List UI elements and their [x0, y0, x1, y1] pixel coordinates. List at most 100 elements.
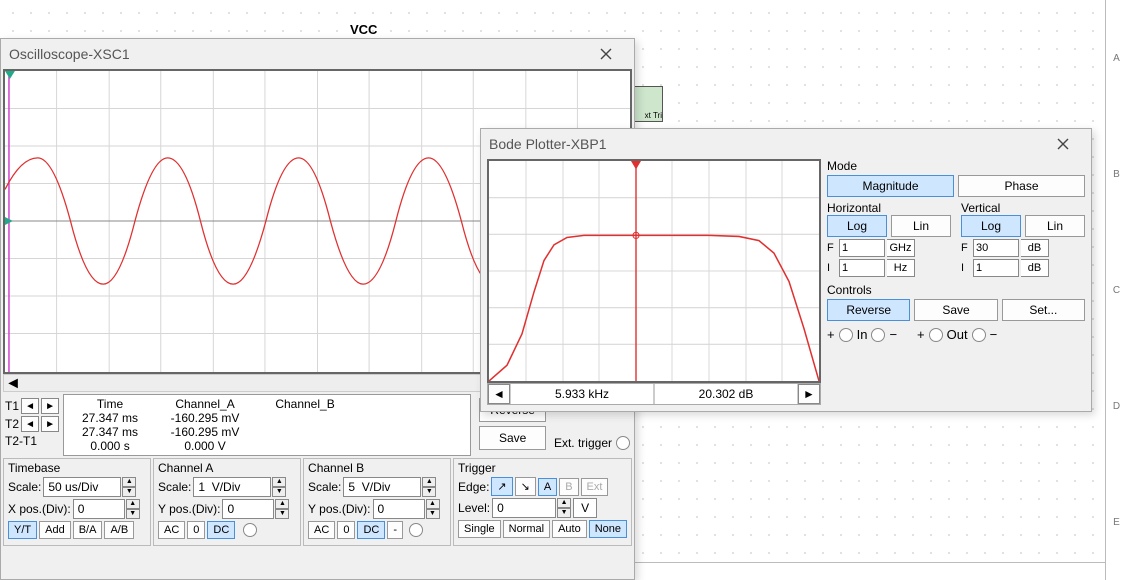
timebase-scale-input[interactable] — [43, 477, 121, 497]
ruler-right: ABCDE — [1105, 0, 1127, 580]
channel-b-panel: Channel B Scale: ▲▼ Y pos.(Div): ▲▼ AC 0… — [303, 458, 451, 546]
timebase-xpos-up[interactable]: ▲ — [126, 499, 140, 509]
h-f-unit[interactable]: GHz — [887, 239, 915, 257]
bode-plot[interactable] — [487, 159, 821, 383]
t2-cha: -160.295 mV — [150, 425, 260, 439]
mode-ab-button[interactable]: A/B — [104, 521, 134, 539]
v-i-unit[interactable]: dB — [1021, 259, 1049, 277]
mode-add-button[interactable]: Add — [39, 521, 71, 539]
cha-ypos-input[interactable] — [222, 499, 274, 519]
v-log-button[interactable]: Log — [961, 215, 1021, 237]
trig-auto-button[interactable]: Auto — [552, 520, 587, 538]
controls-title: Controls — [827, 283, 1085, 297]
edge-fall-button[interactable]: ↘ — [515, 477, 536, 496]
cha-scale-label: Scale: — [158, 480, 191, 494]
out-label: Out — [947, 327, 968, 342]
trig-single-button[interactable]: Single — [458, 520, 501, 538]
h-i-unit[interactable]: Hz — [887, 259, 915, 277]
mode-title: Mode — [827, 159, 1085, 173]
chb-ac-button[interactable]: AC — [308, 521, 335, 539]
cha-zero-button[interactable]: 0 — [187, 521, 205, 539]
vertical-title: Vertical — [961, 201, 1085, 215]
ext-trigger-radio[interactable] — [616, 436, 630, 450]
cha-scale-up[interactable]: ▲ — [272, 477, 286, 487]
timebase-xpos-input[interactable] — [73, 499, 125, 519]
chb-neg-button[interactable]: - — [387, 521, 403, 539]
cha-scale-input[interactable] — [193, 477, 271, 497]
timebase-scale-up[interactable]: ▲ — [122, 477, 136, 487]
oscilloscope-titlebar[interactable]: Oscilloscope-XSC1 — [1, 39, 634, 69]
out-minus-radio[interactable] — [972, 328, 986, 342]
v-f-input[interactable] — [973, 239, 1019, 257]
chb-ypos-down[interactable]: ▼ — [426, 509, 440, 519]
save-button[interactable]: Save — [479, 426, 546, 450]
cha-ypos-up[interactable]: ▲ — [275, 499, 289, 509]
chb-scale-up[interactable]: ▲ — [422, 477, 436, 487]
cha-scale-down[interactable]: ▼ — [272, 487, 286, 497]
bode-titlebar[interactable]: Bode Plotter-XBP1 — [481, 129, 1091, 159]
trig-normal-button[interactable]: Normal — [503, 520, 550, 538]
mode-ba-button[interactable]: B/A — [73, 521, 103, 539]
t2-right-button[interactable]: ► — [41, 416, 59, 432]
vcc-label: VCC — [350, 22, 377, 37]
level-unit — [573, 498, 597, 518]
cursor-right-icon[interactable]: ► — [798, 384, 820, 404]
chb-zero-button[interactable]: 0 — [337, 521, 355, 539]
timebase-panel: Timebase Scale: ▲▼ X pos.(Div): ▲▼ Y/T A… — [3, 458, 151, 546]
dt-chb — [260, 439, 350, 453]
t1-right-button[interactable]: ► — [41, 398, 59, 414]
v-f-unit[interactable]: dB — [1021, 239, 1049, 257]
bode-save-button[interactable]: Save — [914, 299, 997, 321]
cha-ypos-down[interactable]: ▼ — [275, 509, 289, 519]
close-icon[interactable] — [586, 41, 626, 67]
v-lin-button[interactable]: Lin — [1025, 215, 1085, 237]
horizontal-title: Horizontal — [827, 201, 951, 215]
t1-left-button[interactable]: ◄ — [21, 398, 39, 414]
t2-left-button[interactable]: ◄ — [21, 416, 39, 432]
level-down[interactable]: ▼ — [557, 508, 571, 518]
h-i-input[interactable] — [839, 259, 885, 277]
level-input[interactable] — [492, 498, 556, 518]
edge-a-button[interactable]: A — [538, 478, 557, 496]
in-minus-radio[interactable] — [871, 328, 885, 342]
h-log-button[interactable]: Log — [827, 215, 887, 237]
edge-b-button[interactable]: B — [559, 478, 578, 496]
cha-ac-button[interactable]: AC — [158, 521, 185, 539]
level-up[interactable]: ▲ — [557, 498, 571, 508]
chb-dc-button[interactable]: DC — [357, 521, 385, 539]
edge-rise-button[interactable]: ↗ — [491, 477, 512, 496]
magnitude-button[interactable]: Magnitude — [827, 175, 954, 197]
chb-ypos-input[interactable] — [373, 499, 425, 519]
chb-radio[interactable] — [409, 523, 423, 537]
close-icon[interactable] — [1043, 131, 1083, 157]
cha-radio[interactable] — [243, 523, 257, 537]
scroll-left-icon[interactable]: ◄ — [4, 375, 22, 391]
trigger-title: Trigger — [458, 461, 627, 475]
bode-set-button[interactable]: Set... — [1002, 299, 1085, 321]
chb-ypos-up[interactable]: ▲ — [426, 499, 440, 509]
t1-label: T1 — [5, 399, 19, 413]
chb-scale-down[interactable]: ▼ — [422, 487, 436, 497]
oscilloscope-title: Oscilloscope-XSC1 — [9, 46, 130, 62]
mode-yt-button[interactable]: Y/T — [8, 521, 37, 539]
timebase-xpos-down[interactable]: ▼ — [126, 509, 140, 519]
edge-ext-button[interactable]: Ext — [581, 478, 609, 496]
timebase-scale-label: Scale: — [8, 480, 41, 494]
timebase-scale-down[interactable]: ▼ — [122, 487, 136, 497]
cha-title: Channel A — [158, 461, 296, 475]
cha-dc-button[interactable]: DC — [207, 521, 235, 539]
phase-button[interactable]: Phase — [958, 175, 1085, 197]
v-i-input[interactable] — [973, 259, 1019, 277]
chb-scale-input[interactable] — [343, 477, 421, 497]
in-plus-radio[interactable] — [839, 328, 853, 342]
dt-time: 0.000 s — [70, 439, 150, 453]
h-f-input[interactable] — [839, 239, 885, 257]
trig-none-button[interactable]: None — [589, 520, 627, 538]
dt-label: T2-T1 — [5, 434, 37, 448]
h-lin-button[interactable]: Lin — [891, 215, 951, 237]
bode-reverse-button[interactable]: Reverse — [827, 299, 910, 321]
t1-cha: -160.295 mV — [150, 411, 260, 425]
bode-title: Bode Plotter-XBP1 — [489, 136, 607, 152]
out-plus-radio[interactable] — [929, 328, 943, 342]
cursor-left-icon[interactable]: ◄ — [488, 384, 510, 404]
